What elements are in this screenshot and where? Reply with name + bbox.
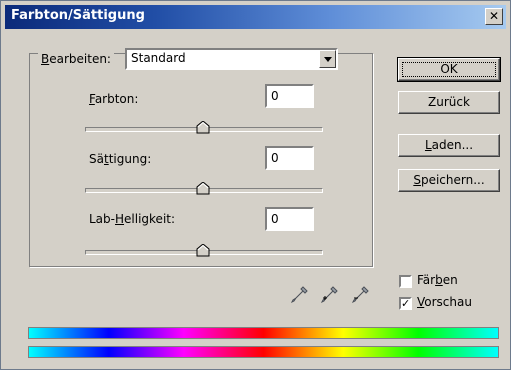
close-button[interactable]: ✕	[485, 8, 503, 25]
lightness-label: Lab-Helligkeit:	[89, 212, 176, 226]
lightness-input[interactable]: 0	[265, 207, 314, 231]
preview-checkbox[interactable]: ✓	[399, 297, 412, 310]
output-color-bar	[28, 346, 499, 358]
preview-label: Vorschau	[417, 295, 472, 309]
edit-label: Bearbeiten:	[38, 52, 114, 66]
saturation-input[interactable]: 0	[265, 146, 314, 170]
title-bar[interactable]: Farbton/Sättigung ✕	[5, 5, 506, 29]
load-button[interactable]: Laden...	[398, 134, 500, 157]
edit-dropdown-value: Standard	[131, 51, 186, 65]
ok-button[interactable]: OK	[397, 57, 501, 82]
back-button[interactable]: Zurück	[398, 91, 500, 114]
eyedropper-minus-icon[interactable]	[351, 285, 370, 305]
chevron-down-icon[interactable]	[319, 50, 336, 68]
dialog-title: Farbton/Sättigung	[11, 8, 145, 23]
hue-input[interactable]: 0	[265, 84, 314, 108]
edit-group-box	[29, 53, 373, 267]
close-icon: ✕	[488, 9, 500, 23]
hue-label: Farbton:	[89, 92, 139, 106]
input-color-bar	[28, 327, 499, 339]
eyedropper-plus-icon[interactable]	[320, 285, 339, 305]
eyedropper-icon[interactable]	[290, 285, 309, 305]
colorize-label: Färben	[417, 273, 458, 287]
preview-check-mark: ✓	[401, 297, 411, 310]
save-button[interactable]: Speichern...	[398, 169, 500, 192]
edit-dropdown[interactable]: Standard	[125, 48, 338, 70]
saturation-label: Sättigung:	[89, 152, 152, 166]
colorize-checkbox[interactable]	[399, 275, 412, 288]
